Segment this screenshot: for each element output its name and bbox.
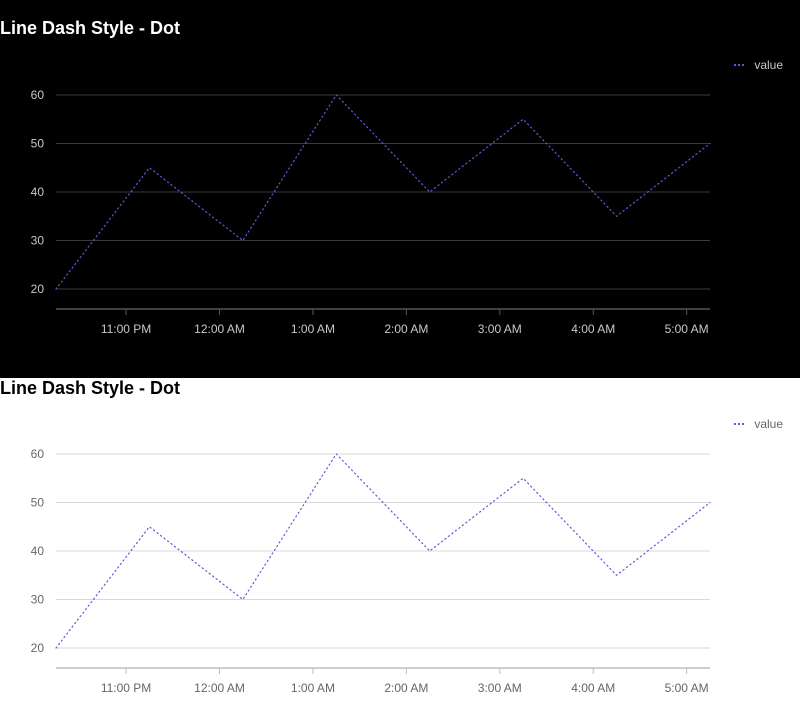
y-tick-label: 30 bbox=[31, 593, 45, 607]
x-tick-label: 4:00 AM bbox=[571, 322, 615, 336]
x-tick-label: 11:00 PM bbox=[101, 681, 151, 695]
y-tick-label: 30 bbox=[31, 234, 45, 248]
x-tick-label: 11:00 PM bbox=[101, 322, 151, 336]
x-tick-label: 5:00 AM bbox=[665, 681, 709, 695]
x-tick-label: 3:00 AM bbox=[478, 681, 522, 695]
x-tick-label: 3:00 AM bbox=[478, 322, 522, 336]
y-tick-label: 50 bbox=[31, 137, 45, 151]
line-chart-light: 20 30 40 50 60 11:00 PM 12:00 AM 1:00 AM 2:00 AM… bbox=[31, 447, 711, 695]
y-tick-label: 50 bbox=[31, 496, 45, 510]
y-tick-label: 60 bbox=[31, 447, 45, 461]
x-tick-label: 1:00 AM bbox=[291, 322, 335, 336]
y-tick-label: 40 bbox=[31, 544, 45, 558]
line-chart-dark: 20 30 40 50 60 11:00 PM 12:00 AM 1:00 AM 2:00 AM… bbox=[31, 88, 711, 336]
x-tick-label: 5:00 AM bbox=[665, 322, 709, 336]
y-tick-label: 40 bbox=[31, 185, 45, 199]
x-tick-label: 1:00 AM bbox=[291, 681, 335, 695]
x-tick-label: 12:00 AM bbox=[194, 322, 245, 336]
x-tick-label: 4:00 AM bbox=[571, 681, 615, 695]
y-tick-label: 20 bbox=[31, 641, 45, 655]
y-tick-label: 20 bbox=[31, 282, 45, 296]
y-tick-label: 60 bbox=[31, 88, 45, 102]
x-tick-label: 2:00 AM bbox=[384, 681, 428, 695]
chart-panel-dark: Line Dash Style - Dot value 20 30 40 50 60 11… bbox=[0, 0, 800, 378]
chart-panel-light: Line Dash Style - Dot value 20 30 40 50 60 11… bbox=[0, 378, 800, 719]
x-tick-label: 12:00 AM bbox=[194, 681, 245, 695]
x-tick-label: 2:00 AM bbox=[384, 322, 428, 336]
